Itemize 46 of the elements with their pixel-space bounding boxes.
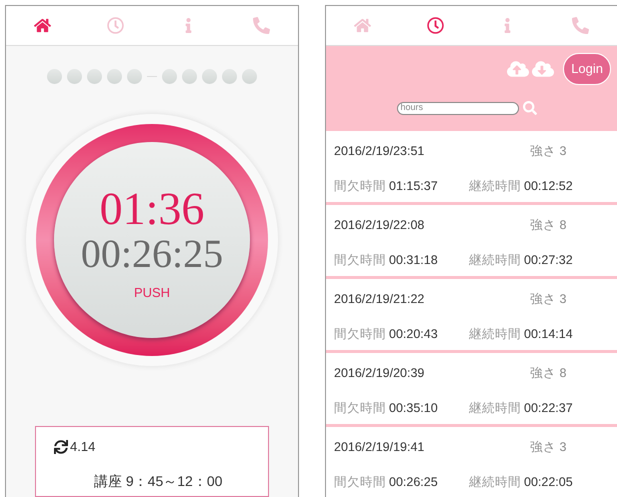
interval-value: 00:26:25: [389, 474, 439, 491]
date-text: 2016/2/19/19:41: [334, 438, 426, 456]
interval-value: 01:15:37: [389, 178, 439, 195]
duration-value: 00:27:32: [524, 252, 573, 269]
duration-label: 継続時間: [469, 326, 521, 343]
push-label: PUSH: [134, 284, 170, 302]
duration-value: 00:22:05: [524, 474, 573, 491]
duration-label: 継続時間: [469, 400, 521, 417]
duration-value: 00:14:14: [524, 326, 573, 343]
push-button[interactable]: 01:36 00:26:25 PUSH: [54, 142, 250, 338]
duration-label: 継続時間: [469, 252, 521, 269]
strength-text: 強さ 3: [530, 438, 566, 456]
strength-text: 強さ 8: [530, 364, 566, 382]
date-text: 2016/2/19/21:22: [334, 290, 426, 308]
search-field[interactable]: hours: [396, 102, 518, 114]
interval-label: 間欠時間: [334, 178, 386, 195]
interval-label: 間欠時間: [334, 326, 386, 343]
elapsed-text: 00:26:25: [80, 233, 224, 276]
strength-text: 強さ 3: [530, 142, 566, 160]
phone-icon: [253, 17, 270, 34]
sync-icon: [54, 440, 68, 454]
date-text: 2016/2/19/23:51: [334, 142, 426, 160]
interval-label: 間欠時間: [334, 252, 386, 269]
schedule-text: 講座 9：45～12：00: [93, 472, 224, 490]
interval-value: 00:20:43: [389, 326, 439, 343]
login-button[interactable]: Login: [563, 53, 611, 85]
home-icon: [34, 17, 51, 34]
search-icon[interactable]: [522, 101, 536, 115]
strength-text: 強さ 3: [530, 290, 566, 308]
interval-value: 00:31:18: [389, 252, 439, 269]
interval-label: 間欠時間: [334, 474, 386, 491]
clock-icon: [426, 17, 444, 34]
duration-value: 00:22:37: [524, 400, 573, 417]
duration-label: 継続時間: [469, 474, 521, 491]
clock-icon: [107, 17, 124, 34]
date-text: 2016/2/19/20:39: [334, 364, 426, 382]
duration-label: 継続時間: [469, 178, 521, 195]
strength-text: 強さ 8: [530, 216, 566, 234]
interval-value: 00:35:10: [389, 400, 439, 417]
version-text: 4.14: [70, 438, 96, 456]
countdown-text: 01:36: [100, 185, 204, 234]
home-icon: [354, 17, 371, 34]
phone-icon: [572, 17, 590, 34]
interval-label: 間欠時間: [334, 400, 386, 417]
duration-value: 00:12:52: [524, 178, 573, 195]
date-text: 2016/2/19/22:08: [334, 216, 426, 234]
